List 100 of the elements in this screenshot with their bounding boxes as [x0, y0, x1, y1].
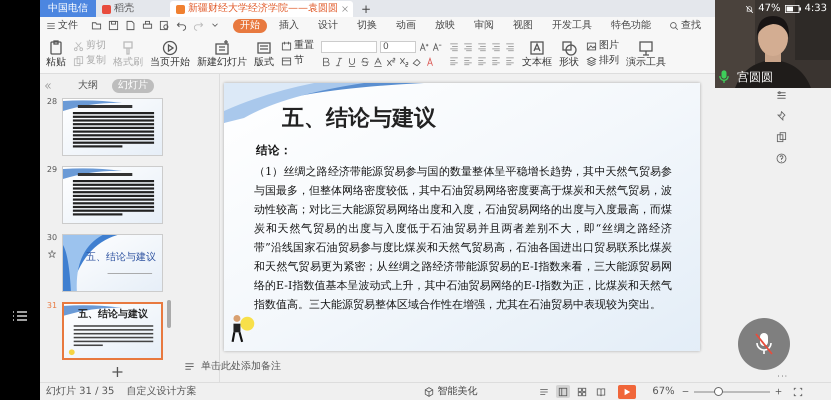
beautify-button[interactable]: 智能美化: [424, 386, 478, 396]
thumbnail-title: 五、结论与建议: [78, 310, 148, 320]
font-name-field[interactable]: [321, 40, 377, 52]
ribbon-button[interactable]: 重置: [281, 40, 314, 52]
highlight-icon: [425, 56, 435, 66]
align-icon: [491, 56, 501, 66]
view-button[interactable]: [556, 385, 570, 398]
ribbon-button[interactable]: 演示工具: [626, 40, 666, 68]
text-box-icon: [529, 40, 545, 56]
ribbon-button[interactable]: 形状: [559, 40, 579, 68]
menu-tab[interactable]: 插入: [272, 18, 306, 32]
zoom-slider-thumb[interactable]: [714, 386, 723, 396]
close-icon: [341, 5, 349, 13]
scrollbar[interactable]: [167, 300, 171, 328]
document-tab[interactable]: 稻壳: [96, 1, 140, 17]
ribbon-button[interactable]: 图片: [586, 40, 619, 52]
ribbon-button[interactable]: 粘贴: [46, 40, 66, 68]
outline-view-icon: [539, 386, 550, 396]
folder-icon[interactable]: [91, 20, 102, 31]
participant-name: 宫圆圆: [737, 71, 773, 83]
superscript-icon: [386, 56, 396, 66]
help-icon[interactable]: [776, 153, 787, 164]
italic-icon: [334, 56, 344, 66]
slide-number: 28: [46, 98, 58, 106]
monitor-icon: [638, 40, 654, 56]
microphone-icon: [719, 70, 729, 84]
layers-icon: [586, 56, 597, 66]
play-icon: [623, 388, 632, 396]
image-icon: [586, 40, 597, 52]
notes-placeholder[interactable]: 单击此处添加备注: [201, 362, 281, 372]
paragraph-format-icon: [477, 42, 487, 52]
preview-icon[interactable]: [159, 20, 170, 31]
document-tab[interactable]: 新疆财经大学经济学院——袁圆圆: [170, 1, 353, 17]
battery-icon: [784, 5, 801, 13]
menu-tab[interactable]: 视图: [506, 18, 540, 32]
ribbon-button[interactable]: 新建幻灯片: [197, 40, 247, 68]
align-icon: [505, 56, 515, 66]
copy-icon: [73, 56, 84, 66]
slide-title: 五、结论与建议: [282, 107, 437, 129]
ribbon-button[interactable]: 文本框: [522, 40, 552, 68]
new-tab-button[interactable]: +: [353, 1, 380, 17]
microphone-muted-icon: [754, 332, 774, 356]
eraser-icon: [412, 56, 422, 66]
slide-thumbnail[interactable]: 五、结论与建议: [62, 302, 163, 360]
export-icon[interactable]: [125, 20, 136, 31]
align-icon: [477, 56, 487, 66]
slide-number: 30: [46, 234, 58, 242]
search-icon: [669, 20, 679, 30]
slide-thumbnail[interactable]: 五、结论与建议: [62, 234, 163, 292]
menu-tab[interactable]: 开发工具: [545, 18, 599, 32]
align-icon: [449, 56, 459, 66]
fit-window-icon[interactable]: [792, 386, 803, 396]
menu-icon: [46, 20, 56, 30]
paragraph-format-icon: [449, 42, 459, 52]
menu-tab[interactable]: 切换: [350, 18, 384, 32]
save-icon[interactable]: [108, 20, 119, 31]
zoom-in-icon[interactable]: [774, 387, 783, 396]
zoom-level[interactable]: 67%: [652, 386, 675, 396]
ribbon-button[interactable]: 排列: [586, 56, 619, 66]
paragraph-format-icon: [491, 42, 501, 52]
layout-icon: [256, 40, 272, 56]
play-circle-icon: [162, 40, 178, 56]
print-icon[interactable]: [142, 20, 153, 31]
font-color-icon: [373, 56, 383, 66]
mute-button[interactable]: [738, 318, 790, 370]
normal-view-icon: [558, 386, 568, 396]
menu-tab[interactable]: 审阅: [467, 18, 501, 32]
clock-time: 4:33: [804, 4, 827, 14]
ribbon-button[interactable]: 节: [281, 56, 314, 66]
search-button[interactable]: 查找: [669, 20, 701, 30]
sliders-icon[interactable]: [776, 90, 787, 101]
menu-tab[interactable]: 放映: [428, 18, 462, 32]
slide-count: 幻灯片 31 / 35: [46, 386, 114, 396]
add-slide-button[interactable]: +: [110, 364, 124, 380]
design-scheme[interactable]: 自定义设计方案: [126, 386, 196, 396]
slide-number: 29: [46, 166, 58, 174]
undo-icon[interactable]: [176, 20, 187, 31]
panel-tab[interactable]: 大纲: [72, 79, 104, 93]
shapes-icon: [561, 40, 577, 56]
reading-view-icon: [596, 386, 606, 396]
strikethrough-icon: [360, 56, 370, 66]
copy-icon[interactable]: [776, 132, 787, 143]
collapse-icon[interactable]: [44, 82, 52, 90]
pin-icon[interactable]: [776, 111, 787, 122]
grow-font-icon: [419, 42, 429, 52]
slide-number: 31: [46, 302, 58, 310]
bold-icon: [321, 56, 331, 66]
menu-tab[interactable]: 设计: [311, 18, 345, 32]
file-menu[interactable]: 文件: [46, 20, 78, 30]
ribbon-button[interactable]: 版式: [254, 40, 274, 68]
shrink-font-icon: [432, 42, 442, 52]
menu-tab[interactable]: 特色功能: [604, 18, 658, 32]
thumbnail-title: 五、结论与建议: [86, 253, 156, 263]
grid-view-icon: [577, 386, 588, 396]
battery-percent: 47%: [758, 4, 781, 14]
font-size-field[interactable]: 0: [380, 40, 416, 52]
play-button[interactable]: [618, 384, 636, 398]
reset-icon: [281, 40, 292, 52]
menu-tab[interactable]: 动画: [389, 18, 423, 32]
ribbon-button[interactable]: 当页开始: [150, 40, 190, 68]
